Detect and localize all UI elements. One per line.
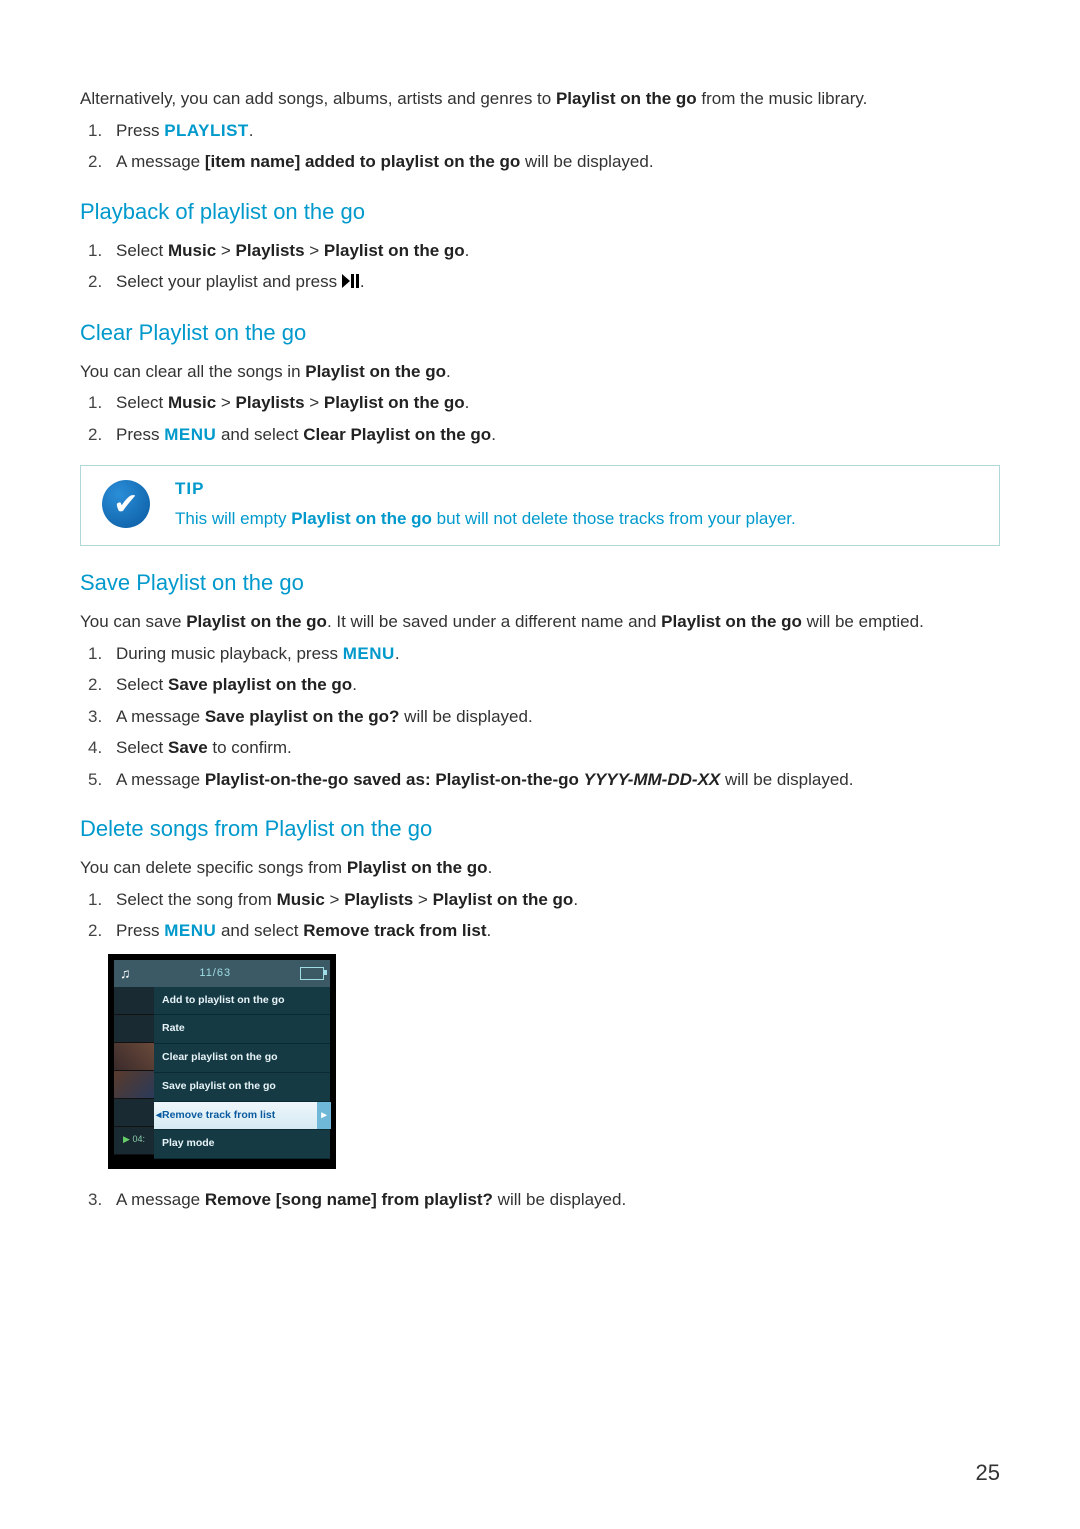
menu-key: MENU [343, 644, 395, 663]
step-2: Select your playlist and press . [80, 269, 1000, 296]
menu-item-playmode[interactable]: Play mode [154, 1130, 330, 1159]
device-menu: Add to playlist on the go Rate Clear pla… [154, 987, 330, 1160]
menu-item-clear[interactable]: Clear playlist on the go [154, 1044, 330, 1073]
step-3: A message Save playlist on the go? will … [80, 704, 1000, 730]
text: Alternatively, you can add songs, albums… [80, 89, 556, 108]
thumb [114, 1071, 154, 1099]
heading-delete: Delete songs from Playlist on the go [80, 812, 1000, 845]
step-1: Select Music > Playlists > Playlist on t… [80, 238, 1000, 264]
menu-item-add[interactable]: Add to playlist on the go [154, 987, 330, 1016]
intro-steps: Press PLAYLIST. A message [item name] ad… [80, 118, 1000, 175]
checkmark-icon: ✔ [102, 480, 150, 528]
tip-label: TIP [175, 476, 985, 502]
save-intro: You can save Playlist on the go. It will… [80, 609, 1000, 635]
text: from the music library. [697, 89, 868, 108]
menu-item-save[interactable]: Save playlist on the go [154, 1073, 330, 1102]
step-2: Press MENU and select Remove track from … [80, 918, 1000, 944]
page-number: 25 [976, 1456, 1000, 1489]
play-pause-icon [342, 270, 360, 296]
clear-steps: Select Music > Playlists > Playlist on t… [80, 390, 1000, 447]
intro-paragraph: Alternatively, you can add songs, albums… [80, 86, 1000, 112]
thumb [114, 1043, 154, 1071]
menu-key: MENU [164, 921, 216, 940]
step-2: A message [item name] added to playlist … [80, 149, 1000, 175]
playback-steps: Select Music > Playlists > Playlist on t… [80, 238, 1000, 296]
step-1: Select the song from Music > Playlists >… [80, 887, 1000, 913]
save-steps: During music playback, press MENU. Selec… [80, 641, 1000, 793]
menu-key: MENU [164, 425, 216, 444]
battery-icon [300, 967, 324, 980]
delete-steps-cont: A message Remove [song name] from playli… [80, 1187, 1000, 1213]
heading-playback: Playback of playlist on the go [80, 195, 1000, 228]
thumb [114, 987, 154, 1015]
tip-text: This will empty Playlist on the go but w… [175, 506, 985, 532]
menu-item-remove-selected[interactable]: Remove track from list ▸ [154, 1102, 330, 1131]
tip-body: TIP This will empty Playlist on the go b… [171, 466, 999, 545]
step-2: Select Save playlist on the go. [80, 672, 1000, 698]
menu-item-rate[interactable]: Rate [154, 1015, 330, 1044]
tip-icon-wrap: ✔ [81, 466, 171, 528]
time-indicator: ▶ 04: [114, 1127, 154, 1155]
step-1: Select Music > Playlists > Playlist on t… [80, 390, 1000, 416]
delete-steps: Select the song from Music > Playlists >… [80, 887, 1000, 944]
device-thumbnails: ▶ 04: [114, 987, 154, 1160]
step-5: A message Playlist-on-the-go saved as: P… [80, 767, 1000, 793]
delete-intro: You can delete specific songs from Playl… [80, 855, 1000, 881]
step-2: Press MENU and select Clear Playlist on … [80, 422, 1000, 448]
music-note-icon: ♫ [120, 963, 131, 984]
track-counter: 11/63 [199, 965, 231, 982]
step-1: During music playback, press MENU. [80, 641, 1000, 667]
step-4: Select Save to confirm. [80, 735, 1000, 761]
device-statusbar: ♫ 11/63 [114, 960, 330, 987]
step-1: Press PLAYLIST. [80, 118, 1000, 144]
heading-save: Save Playlist on the go [80, 566, 1000, 599]
playlist-key: PLAYLIST [164, 121, 249, 140]
device-screenshot: ♫ 11/63 ▶ 04: Add to playlist on the go … [108, 954, 336, 1170]
thumb [114, 1099, 154, 1127]
heading-clear: Clear Playlist on the go [80, 316, 1000, 349]
text-bold: Playlist on the go [556, 89, 697, 108]
thumb [114, 1015, 154, 1043]
tip-box: ✔ TIP This will empty Playlist on the go… [80, 465, 1000, 546]
chevron-right-icon: ▸ [317, 1102, 331, 1130]
clear-intro: You can clear all the songs in Playlist … [80, 359, 1000, 385]
step-3: A message Remove [song name] from playli… [80, 1187, 1000, 1213]
